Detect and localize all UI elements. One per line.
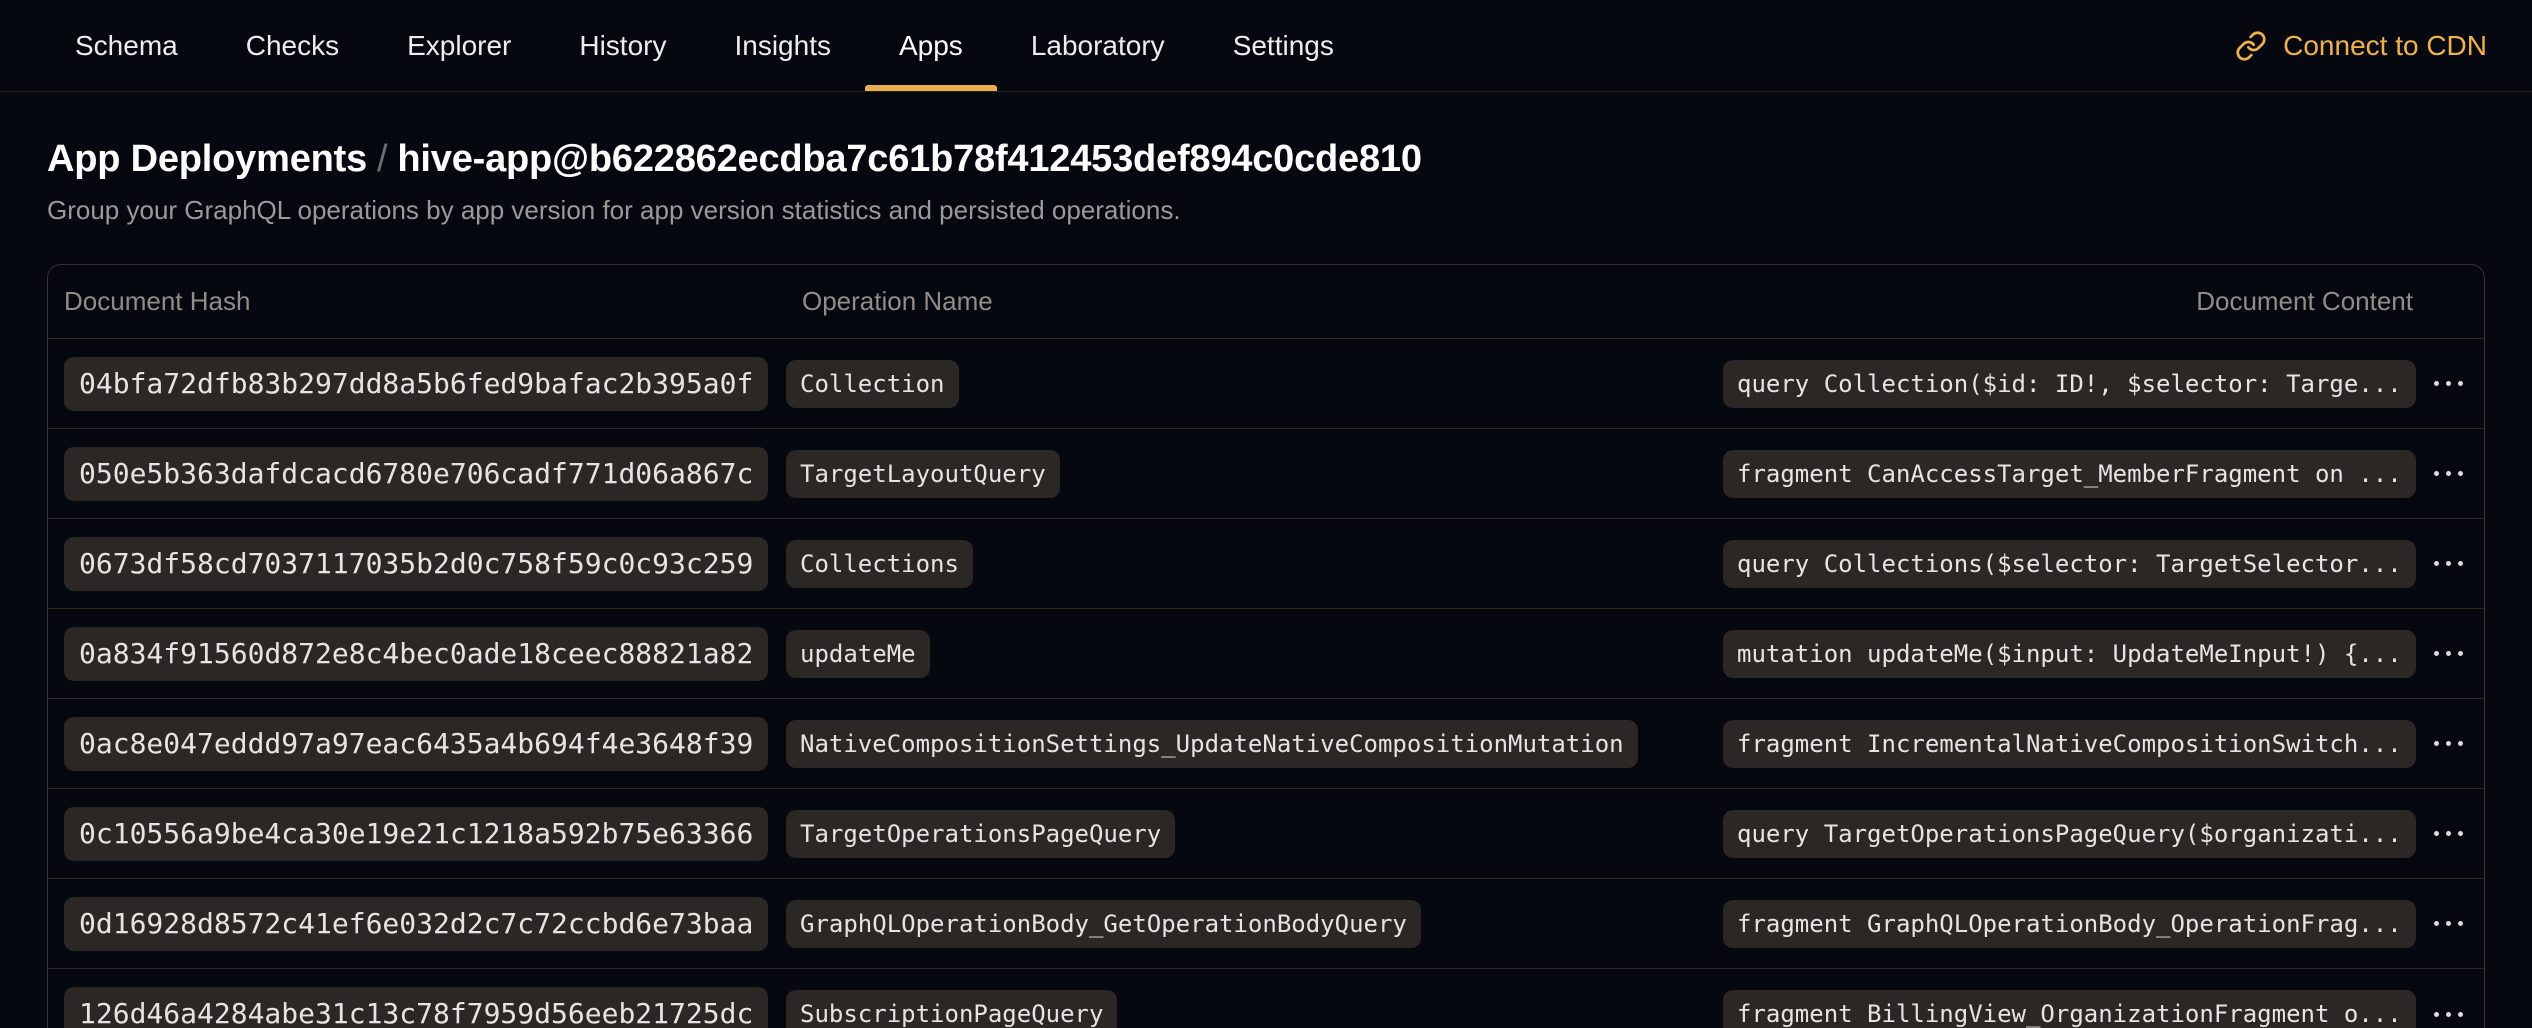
nav-tab-checks[interactable]: Checks: [212, 0, 373, 91]
operation-name-chip: Collection: [786, 360, 959, 408]
document-content-chip: fragment CanAccessTarget_MemberFragment …: [1723, 450, 2416, 498]
nav-tab-insights[interactable]: Insights: [700, 0, 865, 91]
row-actions-button[interactable]: [2426, 727, 2471, 760]
document-content-chip: query Collections($selector: TargetSelec…: [1723, 540, 2416, 588]
ellipsis-icon: [2434, 831, 2463, 836]
nav-tab-apps[interactable]: Apps: [865, 0, 997, 91]
operation-name-chip: GraphQLOperationBody_GetOperationBodyQue…: [786, 900, 1421, 948]
ellipsis-icon: [2434, 1012, 2463, 1017]
document-hash-chip: 04bfa72dfb83b297dd8a5b6fed9bafac2b395a0f: [64, 357, 768, 411]
operation-name-chip: SubscriptionPageQuery: [786, 990, 1117, 1028]
column-header-operation-name: Operation Name: [786, 286, 1723, 317]
nav-tab-settings[interactable]: Settings: [1199, 0, 1368, 91]
table-row: 126d46a4284abe31c13c78f7959d56eeb21725dc…: [48, 969, 2484, 1028]
table-row: 04bfa72dfb83b297dd8a5b6fed9bafac2b395a0f…: [48, 339, 2484, 429]
operation-name-chip: Collections: [786, 540, 973, 588]
table-row: 0ac8e047eddd97a97eac6435a4b694f4e3648f39…: [48, 699, 2484, 789]
row-actions-button[interactable]: [2426, 637, 2471, 670]
page-subtitle: Group your GraphQL operations by app ver…: [47, 194, 2485, 226]
document-content-chip: query TargetOperationsPageQuery($organiz…: [1723, 810, 2416, 858]
table-header-row: Document Hash Operation Name Document Co…: [48, 265, 2484, 339]
row-actions-button[interactable]: [2426, 367, 2471, 400]
operation-name-chip: TargetOperationsPageQuery: [786, 810, 1175, 858]
document-hash-chip: 0c10556a9be4ca30e19e21c1218a592b75e63366: [64, 807, 768, 861]
ellipsis-icon: [2434, 471, 2463, 476]
connect-to-cdn-label: Connect to CDN: [2283, 30, 2487, 62]
document-hash-chip: 050e5b363dafdcacd6780e706cadf771d06a867c: [64, 447, 768, 501]
column-header-document-content: Document Content: [1723, 286, 2413, 317]
table-row: 0a834f91560d872e8c4bec0ade18ceec88821a82…: [48, 609, 2484, 699]
table-row: 0d16928d8572c41ef6e032d2c7c72ccbd6e73baa…: [48, 879, 2484, 969]
document-hash-chip: 126d46a4284abe31c13c78f7959d56eeb21725dc: [64, 987, 768, 1028]
ellipsis-icon: [2434, 921, 2463, 926]
document-hash-chip: 0673df58cd7037117035b2d0c758f59c0c93c259: [64, 537, 768, 591]
nav-tab-history[interactable]: History: [545, 0, 700, 91]
operation-name-chip: TargetLayoutQuery: [786, 450, 1060, 498]
document-hash-chip: 0ac8e047eddd97a97eac6435a4b694f4e3648f39: [64, 717, 768, 771]
link-icon: [2235, 30, 2267, 62]
breadcrumb-section[interactable]: App Deployments: [47, 138, 367, 180]
document-hash-chip: 0a834f91560d872e8c4bec0ade18ceec88821a82: [64, 627, 768, 681]
operation-name-chip: updateMe: [786, 630, 930, 678]
row-actions-button[interactable]: [2426, 907, 2471, 940]
row-actions-button[interactable]: [2426, 817, 2471, 850]
row-actions-button[interactable]: [2426, 457, 2471, 490]
top-navigation: Schema Checks Explorer History Insights …: [0, 0, 2532, 92]
ellipsis-icon: [2434, 381, 2463, 386]
ellipsis-icon: [2434, 741, 2463, 746]
breadcrumb: App Deployments/hive-app@b622862ecdba7c6…: [47, 136, 2485, 182]
connect-to-cdn-link[interactable]: Connect to CDN: [2235, 0, 2487, 91]
row-actions-button[interactable]: [2426, 547, 2471, 580]
nav-tab-explorer[interactable]: Explorer: [373, 0, 545, 91]
nav-tab-schema[interactable]: Schema: [41, 0, 212, 91]
ellipsis-icon: [2434, 651, 2463, 656]
deployments-table: Document Hash Operation Name Document Co…: [47, 264, 2485, 1028]
document-content-chip: mutation updateMe($input: UpdateMeInput!…: [1723, 630, 2416, 678]
main-content: App Deployments/hive-app@b622862ecdba7c6…: [0, 136, 2532, 1028]
operation-name-chip: NativeCompositionSettings_UpdateNativeCo…: [786, 720, 1638, 768]
breadcrumb-app-id: hive-app@b622862ecdba7c61b78f412453def89…: [397, 138, 1421, 180]
nav-spacer: [1368, 0, 2235, 91]
column-header-document-hash: Document Hash: [48, 286, 786, 317]
document-content-chip: fragment GraphQLOperationBody_OperationF…: [1723, 900, 2416, 948]
table-row: 0c10556a9be4ca30e19e21c1218a592b75e63366…: [48, 789, 2484, 879]
nav-tab-laboratory[interactable]: Laboratory: [997, 0, 1199, 91]
document-content-chip: fragment IncrementalNativeCompositionSwi…: [1723, 720, 2416, 768]
breadcrumb-separator: /: [367, 138, 397, 180]
document-content-chip: query Collection($id: ID!, $selector: Ta…: [1723, 360, 2416, 408]
document-hash-chip: 0d16928d8572c41ef6e032d2c7c72ccbd6e73baa: [64, 897, 768, 951]
ellipsis-icon: [2434, 561, 2463, 566]
table-row: 0673df58cd7037117035b2d0c758f59c0c93c259…: [48, 519, 2484, 609]
document-content-chip: fragment BillingView_OrganizationFragmen…: [1723, 990, 2416, 1028]
nav-tabs: Schema Checks Explorer History Insights …: [41, 0, 1368, 91]
table-row: 050e5b363dafdcacd6780e706cadf771d06a867c…: [48, 429, 2484, 519]
row-actions-button[interactable]: [2426, 998, 2471, 1028]
